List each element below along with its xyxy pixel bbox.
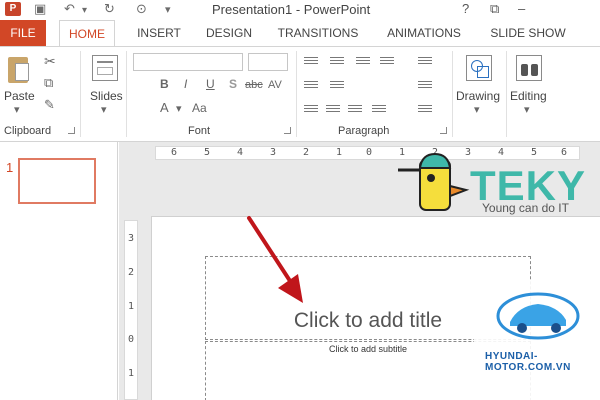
teky-mascot-icon	[398, 152, 470, 211]
ruler-number: 1	[336, 147, 343, 158]
car-logo-icon	[496, 292, 580, 340]
customize-toolbar-icon[interactable]: ▾	[165, 3, 171, 17]
redo-icon[interactable]: ↻	[104, 2, 115, 16]
decrease-indent-icon[interactable]	[356, 57, 370, 67]
separator	[452, 51, 453, 137]
watermark-panel	[474, 280, 600, 400]
ruler-number: 2	[303, 147, 310, 158]
font-name-combo[interactable]	[133, 53, 243, 71]
help-icon[interactable]: ?	[462, 1, 469, 16]
title-bar: P ▣ ↶ ▾ ↻ ⊙ ▾ Presentation1 - PowerPoint…	[0, 0, 600, 20]
font-color-button[interactable]: A	[160, 101, 169, 114]
smartart-icon[interactable]	[418, 105, 432, 115]
teky-tagline: Young can do IT	[482, 201, 569, 215]
bullets-icon[interactable]	[304, 57, 318, 67]
undo-dropdown-icon[interactable]: ▾	[82, 4, 87, 18]
align-right-icon[interactable]	[348, 105, 362, 115]
watermark-text: HYUNDAI-MOTOR.COM.VN	[485, 351, 571, 373]
cut-icon[interactable]: ✂	[44, 54, 56, 68]
columns-icon[interactable]	[330, 81, 344, 91]
drawing-button[interactable]: Drawing	[456, 89, 500, 103]
tab-file[interactable]: FILE	[0, 20, 46, 47]
ruler-number: 3	[270, 147, 277, 158]
tab-transitions[interactable]: TRANSITIONS	[272, 20, 364, 47]
group-label-clipboard: Clipboard	[4, 125, 52, 137]
start-from-beginning-icon[interactable]: ⊙	[136, 2, 147, 16]
ribbon-display-options-icon[interactable]: ⧉	[490, 1, 499, 17]
new-slide-icon[interactable]	[92, 55, 118, 81]
underline-button[interactable]: U	[206, 78, 215, 90]
ruler-number: 1	[128, 301, 135, 312]
paragraph-launcher-icon[interactable]	[440, 127, 447, 134]
ribbon: Paste ▾ ✂ ⧉ ✎ Clipboard Slides ▾ B I U S…	[0, 46, 600, 142]
minimize-icon[interactable]: –	[518, 1, 525, 16]
powerpoint-icon[interactable]: P	[5, 2, 21, 16]
new-slide-dropdown-icon[interactable]: ▾	[101, 104, 107, 116]
tab-home[interactable]: HOME	[59, 20, 115, 47]
character-spacing-button[interactable]: AV	[268, 79, 282, 91]
ruler-number: 4	[237, 147, 244, 158]
slide-number: 1	[6, 160, 14, 175]
justify-icon[interactable]	[372, 105, 386, 115]
strikethrough-button[interactable]: abc	[245, 79, 263, 91]
ruler-number: 5	[204, 147, 211, 158]
line-spacing-icon[interactable]	[304, 81, 318, 91]
paste-dropdown-icon[interactable]: ▾	[14, 104, 20, 116]
font-launcher-icon[interactable]	[284, 127, 291, 134]
copy-icon[interactable]: ⧉	[44, 76, 53, 89]
new-slide-button[interactable]: Slides	[90, 89, 123, 103]
paste-button[interactable]: Paste	[4, 89, 35, 103]
binoculars-icon[interactable]	[516, 55, 542, 81]
drawing-icon[interactable]	[466, 55, 492, 81]
editing-button[interactable]: Editing	[510, 89, 547, 103]
undo-icon[interactable]: ↶	[64, 2, 75, 16]
tab-design[interactable]: DESIGN	[200, 20, 258, 47]
ribbon-tabs: FILE HOME INSERT DESIGN TRANSITIONS ANIM…	[0, 20, 600, 47]
font-color-dropdown-icon[interactable]: ▾	[176, 103, 182, 115]
save-icon[interactable]: ▣	[34, 2, 46, 16]
ruler-number: 0	[366, 147, 373, 158]
ruler-number: 6	[171, 147, 178, 158]
clipboard-launcher-icon[interactable]	[68, 127, 75, 134]
italic-button[interactable]: I	[184, 78, 187, 90]
tab-insert[interactable]: INSERT	[129, 20, 189, 47]
vertical-ruler: 3 2 1 0 1	[124, 220, 138, 400]
separator	[80, 51, 81, 137]
tab-slide-show[interactable]: SLIDE SHOW	[486, 20, 570, 47]
align-text-icon[interactable]	[418, 81, 432, 91]
format-painter-icon[interactable]: ✎	[44, 98, 55, 111]
bold-button[interactable]: B	[160, 78, 169, 90]
numbering-icon[interactable]	[330, 57, 344, 67]
separator	[126, 51, 127, 137]
slide-thumbnail[interactable]	[18, 158, 96, 204]
increase-indent-icon[interactable]	[380, 57, 394, 67]
powerpoint-window: P ▣ ↶ ▾ ↻ ⊙ ▾ Presentation1 - PowerPoint…	[0, 0, 600, 400]
group-label-paragraph: Paragraph	[338, 125, 390, 137]
change-case-button[interactable]: Aa	[192, 102, 207, 114]
text-shadow-button[interactable]: S	[229, 78, 237, 90]
font-size-combo[interactable]	[248, 53, 288, 71]
ruler-number: 0	[128, 334, 135, 345]
align-left-icon[interactable]	[304, 105, 318, 115]
window-title: Presentation1 - PowerPoint	[212, 2, 371, 17]
ruler-number: 3	[128, 233, 135, 244]
paste-icon[interactable]	[6, 55, 30, 85]
group-label-font: Font	[188, 125, 211, 137]
separator	[296, 51, 297, 137]
ruler-number: 1	[128, 368, 135, 379]
tab-animations[interactable]: ANIMATIONS	[378, 20, 470, 47]
align-center-icon[interactable]	[326, 105, 340, 115]
ruler-number: 2	[128, 267, 135, 278]
text-direction-icon[interactable]	[418, 57, 432, 67]
drawing-dropdown-icon[interactable]: ▾	[474, 104, 480, 116]
editing-dropdown-icon[interactable]: ▾	[524, 104, 530, 116]
separator	[506, 51, 507, 137]
